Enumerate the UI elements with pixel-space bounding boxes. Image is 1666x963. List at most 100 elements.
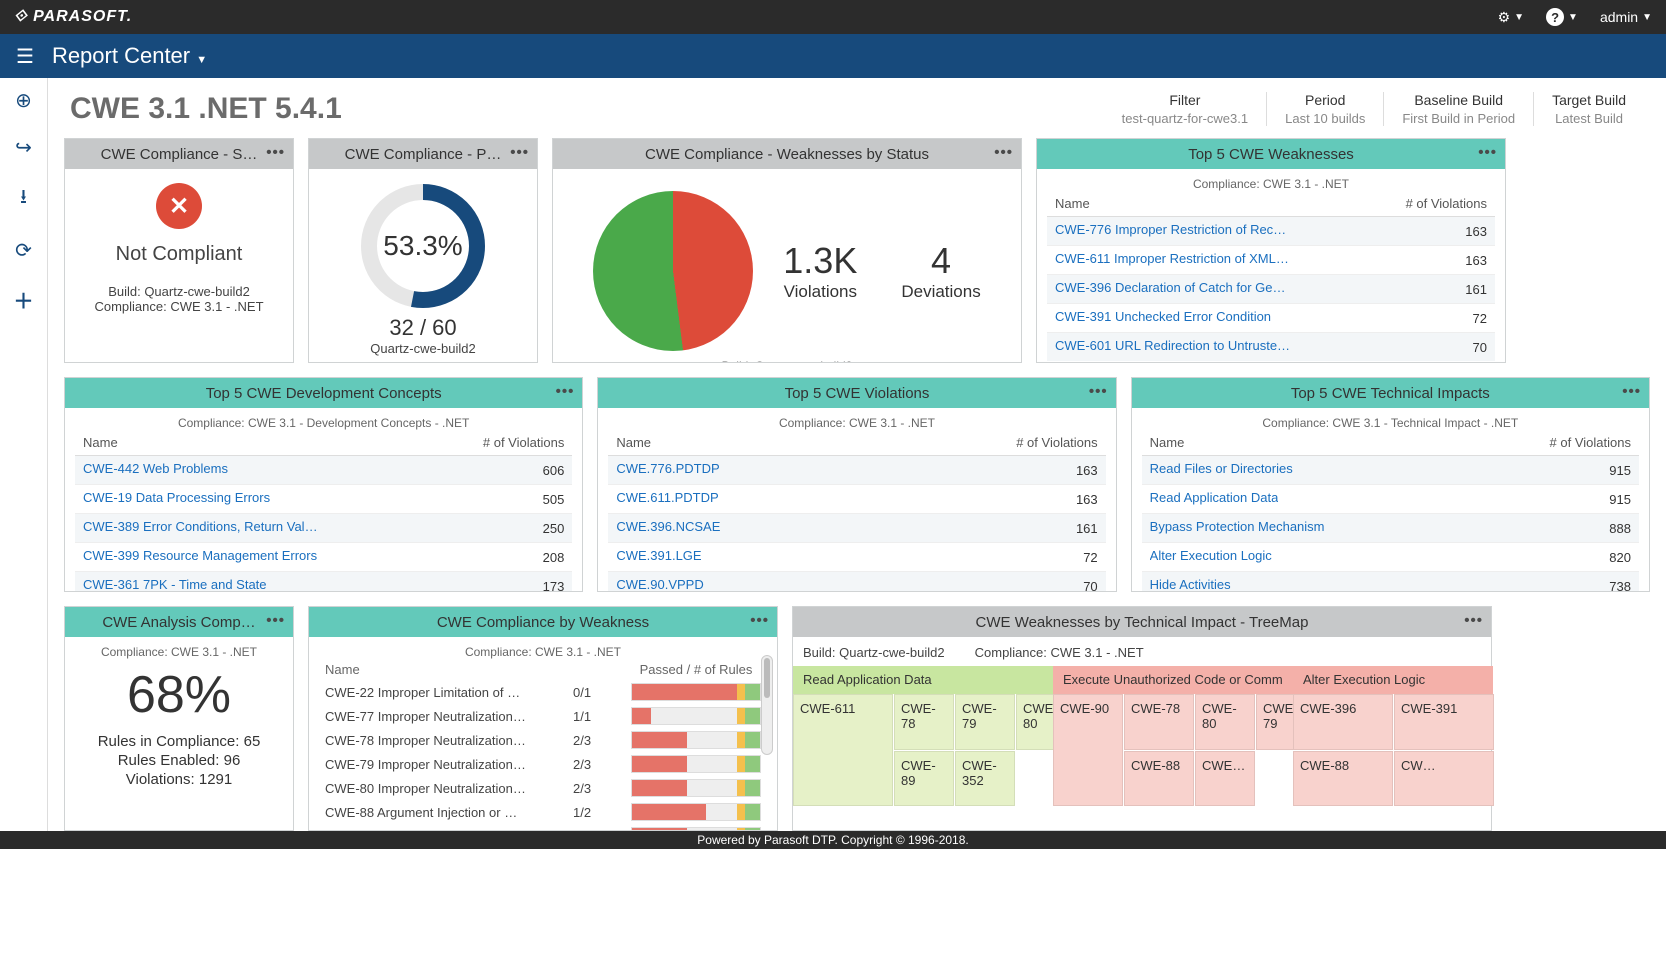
link[interactable]: CWE.396.NCSAE (616, 519, 720, 534)
treemap-cell[interactable]: CWE-396 (1293, 694, 1393, 750)
link[interactable]: CWE-391 Unchecked Error Condition (1055, 309, 1271, 324)
card-treemap: CWE Weaknesses by Technical Impact - Tre… (792, 606, 1492, 831)
share-icon[interactable]: ↪ (15, 135, 32, 160)
table-row[interactable]: CWE-776 Improper Restriction of Rec…163 (1047, 217, 1495, 246)
card-menu-icon[interactable]: ••• (1622, 383, 1641, 400)
treemap-cell[interactable]: CWE-88 (1124, 751, 1194, 807)
table-row[interactable]: Read Files or Directories915 (1142, 456, 1639, 485)
table-row[interactable]: Read Application Data915 (1142, 485, 1639, 514)
link[interactable]: Read Application Data (1150, 490, 1279, 505)
card-by-weakness: CWE Compliance by Weakness••• Compliance… (308, 606, 778, 831)
treemap-cell[interactable]: CWE-88 (1293, 751, 1393, 807)
table-row[interactable]: CWE-396 Declaration of Catch for Ge…161 (1047, 275, 1495, 304)
donut-chart[interactable]: 53.3% (358, 181, 488, 311)
weak-row[interactable]: CWE-80 Improper Neutralization…2/3 (319, 776, 767, 800)
link[interactable]: CWE-19 Data Processing Errors (83, 490, 270, 505)
table-row[interactable]: CWE.776.PDTDP163 (608, 456, 1105, 485)
treemap-cell[interactable]: CWE… (1195, 751, 1255, 807)
table-row[interactable]: CWE.611.PDTDP163 (608, 485, 1105, 514)
table-row[interactable]: CWE.391.LGE72 (608, 543, 1105, 572)
table-row[interactable]: Hide Activities738 (1142, 572, 1639, 592)
weak-row[interactable]: CWE-89 Improper Neutralization…2/3 (319, 824, 767, 830)
footer: Powered by Parasoft DTP. Copyright © 199… (0, 831, 1666, 849)
treemap-cell[interactable]: CWE-391 (1394, 694, 1494, 750)
treemap-category[interactable]: Read Application Data (793, 666, 1053, 694)
link[interactable]: Alter Execution Logic (1150, 548, 1272, 563)
meta-period[interactable]: PeriodLast 10 builds (1266, 92, 1383, 126)
nav-bar: ☰ Report Center ▼ (0, 34, 1666, 78)
scrollbar[interactable] (761, 655, 773, 755)
treemap-cell[interactable]: CWE-78 (894, 694, 954, 750)
table-row[interactable]: CWE-442 Web Problems606 (75, 456, 572, 485)
weak-row[interactable]: CWE-79 Improper Neutralization…2/3 (319, 752, 767, 776)
treemap-category[interactable]: Alter Execution Logic (1293, 666, 1493, 694)
card-menu-icon[interactable]: ••• (750, 612, 769, 629)
meta-target[interactable]: Target BuildLatest Build (1533, 92, 1644, 126)
treemap-cell[interactable]: CWE-89 (894, 751, 954, 807)
weak-row[interactable]: CWE-78 Improper Neutralization…2/3 (319, 728, 767, 752)
download-icon[interactable]: ⭳ (20, 182, 27, 216)
link[interactable]: CWE-389 Error Conditions, Return Val… (83, 519, 318, 534)
treemap-cell[interactable]: CWE-90 (1053, 694, 1123, 806)
treemap-category[interactable]: Execute Unauthorized Code or Comm (1053, 666, 1293, 694)
table-row[interactable]: CWE-19 Data Processing Errors505 (75, 485, 572, 514)
table-row[interactable]: CWE.90.VPPD70 (608, 572, 1105, 592)
card-menu-icon[interactable]: ••• (1478, 144, 1497, 161)
link[interactable]: Read Files or Directories (1150, 461, 1293, 476)
card-menu-icon[interactable]: ••• (266, 612, 285, 629)
card-menu-icon[interactable]: ••• (1464, 612, 1483, 629)
meta-filter[interactable]: Filtertest-quartz-for-cwe3.1 (1104, 92, 1266, 126)
table-row[interactable]: Bypass Protection Mechanism888 (1142, 514, 1639, 543)
card-menu-icon[interactable]: ••• (266, 144, 285, 161)
link[interactable]: CWE-611 Improper Restriction of XML… (1055, 251, 1289, 266)
table-row[interactable]: CWE-611 Improper Restriction of XML…163 (1047, 246, 1495, 275)
add-icon[interactable]: ⊕ (15, 88, 32, 113)
treemap-cell[interactable]: CWE-352 (955, 751, 1015, 807)
link[interactable]: CWE.90.VPPD (616, 577, 703, 591)
treemap-cell[interactable]: CWE-611 (793, 694, 893, 806)
treemap-cell[interactable]: CWE-80 (1016, 694, 1056, 750)
link[interactable]: CWE-601 URL Redirection to Untruste… (1055, 338, 1290, 353)
gear-icon: ⚙ (1498, 9, 1511, 26)
refresh-icon[interactable]: ⟳ (15, 238, 32, 263)
meta-baseline[interactable]: Baseline BuildFirst Build in Period (1383, 92, 1533, 126)
table-row[interactable]: CWE-391 Unchecked Error Condition72 (1047, 304, 1495, 333)
table-row[interactable]: CWE.396.NCSAE161 (608, 514, 1105, 543)
link[interactable]: CWE.776.PDTDP (616, 461, 719, 476)
help-menu[interactable]: ? ▼ (1546, 8, 1578, 26)
user-menu[interactable]: admin ▼ (1600, 9, 1652, 25)
card-menu-icon[interactable]: ••• (1089, 383, 1108, 400)
weak-row[interactable]: CWE-88 Argument Injection or …1/2 (319, 800, 767, 824)
plus-icon[interactable]: ＋ (14, 285, 34, 314)
table-row[interactable]: CWE-601 URL Redirection to Untruste…70 (1047, 333, 1495, 362)
table-row[interactable]: CWE-389 Error Conditions, Return Val…250 (75, 514, 572, 543)
treemap-cell[interactable]: CWE-80 (1195, 694, 1255, 750)
hamburger-icon[interactable]: ☰ (16, 44, 34, 69)
treemap[interactable]: CWE-611CWE-78CWE-79CWE-80CWE-89CWE-352 C… (793, 694, 1491, 806)
treemap-cell[interactable]: CWE-79 (955, 694, 1015, 750)
weak-row[interactable]: CWE-22 Improper Limitation of …0/1 (319, 680, 767, 704)
treemap-cell[interactable]: CW… (1394, 751, 1494, 807)
link[interactable]: CWE-399 Resource Management Errors (83, 548, 317, 563)
link[interactable]: CWE.391.LGE (616, 548, 701, 563)
weak-row[interactable]: CWE-77 Improper Neutralization…1/1 (319, 704, 767, 728)
settings-menu[interactable]: ⚙ ▼ (1498, 9, 1524, 26)
more-link[interactable]: more... (1047, 361, 1495, 362)
treemap-cell[interactable]: CWE-78 (1124, 694, 1194, 750)
link[interactable]: CWE.611.PDTDP (616, 490, 718, 505)
link[interactable]: Hide Activities (1150, 577, 1231, 591)
treemap-cell[interactable]: CWE-79 (1256, 694, 1296, 750)
link[interactable]: CWE-396 Declaration of Catch for Ge… (1055, 280, 1285, 295)
card-menu-icon[interactable]: ••• (510, 144, 529, 161)
table-row[interactable]: CWE-399 Resource Management Errors208 (75, 543, 572, 572)
card-menu-icon[interactable]: ••• (994, 144, 1013, 161)
link[interactable]: CWE-776 Improper Restriction of Rec… (1055, 222, 1286, 237)
nav-title[interactable]: Report Center ▼ (52, 43, 207, 69)
card-menu-icon[interactable]: ••• (556, 383, 575, 400)
link[interactable]: Bypass Protection Mechanism (1150, 519, 1325, 534)
table-row[interactable]: CWE-361 7PK - Time and State173 (75, 572, 572, 592)
link[interactable]: CWE-361 7PK - Time and State (83, 577, 267, 591)
table-row[interactable]: Alter Execution Logic820 (1142, 543, 1639, 572)
link[interactable]: CWE-442 Web Problems (83, 461, 228, 476)
pie-chart[interactable] (593, 191, 753, 351)
